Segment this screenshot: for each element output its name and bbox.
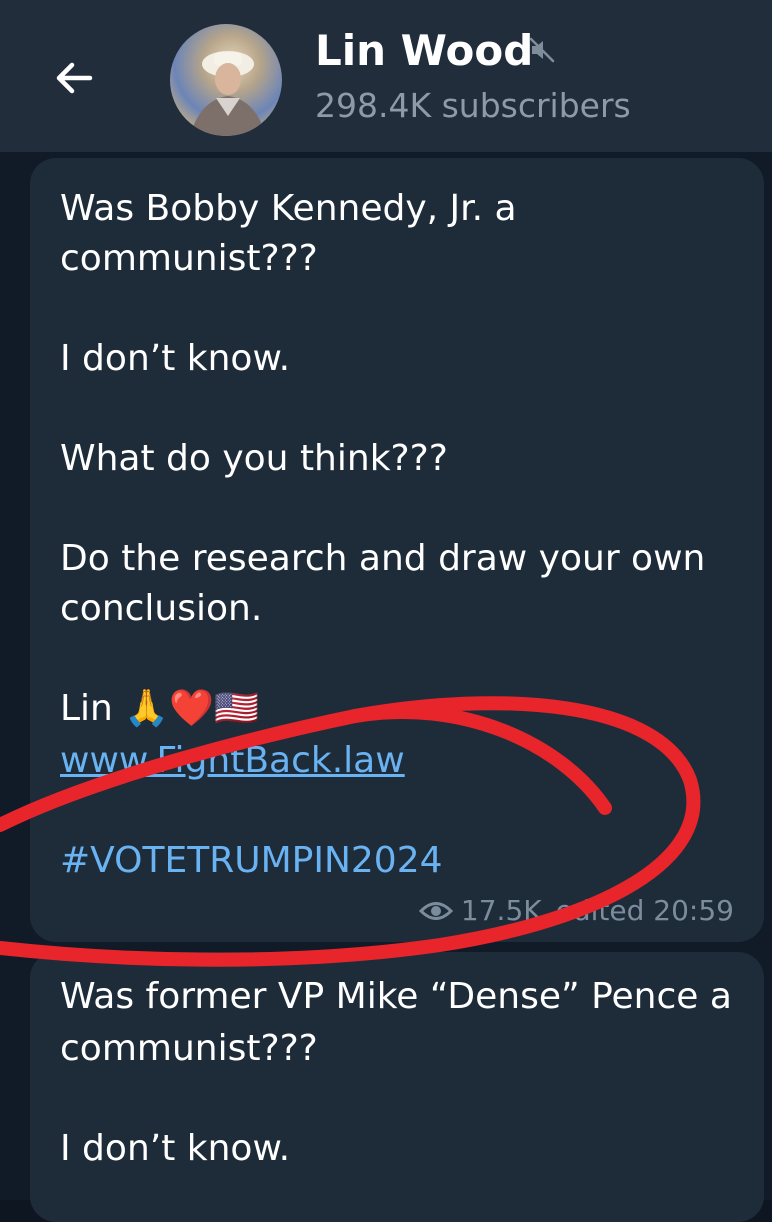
avatar-portrait <box>190 51 266 136</box>
channel-title[interactable]: Lin Wood <box>315 26 533 75</box>
message-text-line: I don’t know. <box>60 338 291 379</box>
message-text-line: What do you think??? <box>60 438 448 479</box>
subscriber-count: 298.4K subscribers <box>315 86 631 125</box>
message-meta: 17.5K edited 20:59 <box>418 894 734 927</box>
back-button[interactable] <box>44 48 104 108</box>
message-bubble[interactable]: Was Bobby Kennedy, Jr. a communist??? I … <box>30 158 764 942</box>
message-text-line: communist??? <box>60 1028 318 1069</box>
channel-avatar[interactable] <box>170 24 282 136</box>
channel-header: Lin Wood 298.4K subscribers <box>0 0 772 152</box>
message-link[interactable]: www.FightBack.law <box>60 736 405 786</box>
message-bubble[interactable]: Was former VP Mike “Dense” Pence a commu… <box>30 952 764 1222</box>
edited-time: edited 20:59 <box>555 894 734 927</box>
message-text-line: Was Bobby Kennedy, Jr. a <box>60 188 517 229</box>
view-count: 17.5K <box>460 894 542 927</box>
message-text-line: Was former VP Mike “Dense” Pence a <box>60 976 732 1017</box>
message-signature: Lin 🙏❤️🇺🇸 <box>60 688 259 729</box>
message-text-line: communist??? <box>60 238 318 279</box>
eye-icon <box>418 901 453 920</box>
message-hashtag[interactable]: #VOTETRUMPIN2024 <box>60 836 443 886</box>
message-text-line: conclusion. <box>60 588 263 629</box>
mute-icon <box>529 37 555 63</box>
message-text-line: I don’t know. <box>60 1128 291 1169</box>
message-text-line: Do the research and draw your own <box>60 538 706 579</box>
back-arrow-icon <box>56 62 93 94</box>
